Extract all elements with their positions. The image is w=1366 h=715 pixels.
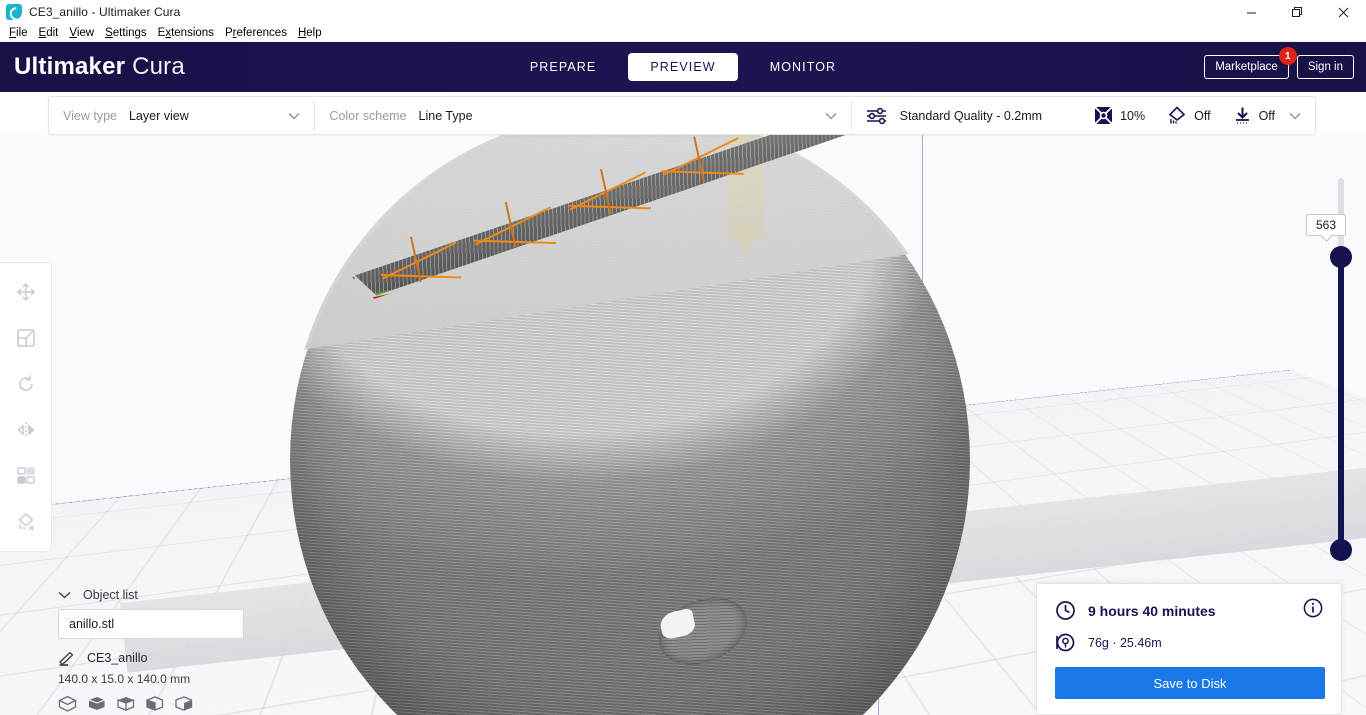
layer-number-tooltip: 563 <box>1306 214 1346 236</box>
view-front-icon[interactable] <box>87 695 106 715</box>
close-button[interactable] <box>1320 0 1366 24</box>
layer-slider-range <box>1338 256 1344 550</box>
object-list-item[interactable]: anillo.stl <box>58 609 244 639</box>
build-plate-adhesion-icon <box>1233 106 1252 125</box>
view-type-value: Layer view <box>128 108 189 123</box>
chevron-down-icon[interactable] <box>1275 109 1301 123</box>
view-right-icon[interactable] <box>174 695 193 715</box>
support-indicator[interactable]: Off <box>1167 106 1211 125</box>
marketplace-button[interactable]: Marketplace 1 <box>1204 47 1297 79</box>
pencil-icon <box>58 650 76 666</box>
layer-slider-lower-handle[interactable] <box>1330 539 1352 561</box>
menu-file[interactable]: File <box>4 26 34 40</box>
filament-spool-icon <box>1055 632 1076 653</box>
window-title: CE3_anillo - Ultimaker Cura <box>29 5 181 19</box>
object-material-name: CE3_anillo <box>87 651 148 665</box>
view-type-dropdown[interactable]: View type Layer view <box>49 97 314 134</box>
menu-preferences[interactable]: Preferences <box>220 26 293 40</box>
chevron-down-icon <box>274 109 300 123</box>
view-left-icon[interactable] <box>145 695 164 715</box>
object-list-header[interactable]: Object list <box>58 588 358 602</box>
infill-value: 10% <box>1120 108 1146 123</box>
tab-prepare[interactable]: PREPARE <box>508 53 619 81</box>
view-3d-icon[interactable] <box>58 695 77 715</box>
rotate-tool-button[interactable] <box>9 367 43 401</box>
print-time-row: 9 hours 40 minutes <box>1055 598 1323 623</box>
object-material-row: CE3_anillo <box>58 650 358 666</box>
model-tools-panel <box>0 262 52 552</box>
app-header: Ultimaker Cura PREPARE PREVIEW MONITOR M… <box>0 42 1366 92</box>
support-icon <box>1167 106 1187 125</box>
support-blocker-button[interactable] <box>9 505 43 539</box>
move-tool-button[interactable] <box>9 275 43 309</box>
adhesion-indicator[interactable]: Off <box>1233 106 1275 125</box>
marketplace-label: Marketplace <box>1215 61 1278 73</box>
minimize-button[interactable] <box>1228 0 1274 24</box>
camera-view-buttons <box>58 695 358 715</box>
menu-help[interactable]: Help <box>293 26 328 40</box>
window-controls <box>1228 0 1366 24</box>
tab-preview[interactable]: PREVIEW <box>628 53 738 81</box>
mirror-tool-button[interactable] <box>9 413 43 447</box>
layer-slider-upper-handle[interactable] <box>1330 246 1352 268</box>
chevron-down-icon[interactable] <box>58 588 71 602</box>
menu-edit[interactable]: Edit <box>34 26 65 40</box>
adhesion-value: Off <box>1258 108 1276 123</box>
print-information-card: 9 hours 40 minutes 76g · 25.46m Save to … <box>1036 583 1342 715</box>
scale-tool-button[interactable] <box>9 321 43 355</box>
print-setup-toolbar: View type Layer view Color scheme Line T… <box>48 96 1316 135</box>
color-scheme-dropdown[interactable]: Color scheme Line Type <box>315 97 850 134</box>
header-actions: Marketplace 1 Sign in <box>1204 47 1354 79</box>
marketplace-notification-badge: 1 <box>1278 47 1297 65</box>
object-list-title: Object list <box>83 588 138 602</box>
print-time-value: 9 hours 40 minutes <box>1088 602 1216 619</box>
menu-view[interactable]: View <box>64 26 100 40</box>
object-dimensions: 140.0 x 15.0 x 140.0 mm <box>58 672 191 686</box>
color-scheme-label: Color scheme <box>329 108 407 123</box>
menu-extensions[interactable]: Extensions <box>153 26 220 40</box>
cura-application-window: CE3_anillo - Ultimaker Cura File Edit Vi… <box>0 0 1366 715</box>
material-usage-row: 76g · 25.46m <box>1055 632 1323 653</box>
print-settings-selector[interactable]: Standard Quality - 0.2mm 10% Off Off <box>852 97 1315 134</box>
maximize-restore-button[interactable] <box>1274 0 1320 24</box>
per-model-settings-button[interactable] <box>9 459 43 493</box>
save-to-disk-button[interactable]: Save to Disk <box>1055 667 1325 699</box>
chevron-down-icon <box>811 109 837 123</box>
clock-icon <box>1055 600 1076 621</box>
info-icon[interactable] <box>1303 598 1323 623</box>
stage-tabs: PREPARE PREVIEW MONITOR <box>0 53 1366 81</box>
menu-settings[interactable]: Settings <box>100 26 153 40</box>
color-scheme-value: Line Type <box>418 108 473 123</box>
tab-monitor[interactable]: MONITOR <box>748 53 859 81</box>
view-top-icon[interactable] <box>116 695 135 715</box>
infill-icon <box>1094 106 1113 125</box>
material-usage-value: 76g · 25.46m <box>1088 635 1162 650</box>
infill-indicator[interactable]: 10% <box>1094 106 1145 125</box>
print-settings-sliders-icon <box>866 107 888 125</box>
menu-bar: File Edit View Settings Extensions Prefe… <box>0 24 1366 42</box>
support-value: Off <box>1194 108 1211 123</box>
sign-in-button[interactable]: Sign in <box>1296 55 1354 79</box>
title-bar: CE3_anillo - Ultimaker Cura <box>0 0 1366 24</box>
layer-slider[interactable]: 563 <box>1306 150 1352 570</box>
cura-logo-icon <box>6 4 22 20</box>
print-profile-value: Standard Quality - 0.2mm <box>899 108 1043 123</box>
object-list-panel: Object list anillo.stl CE3_anillo 140.0 … <box>58 588 358 715</box>
view-type-label: View type <box>63 108 117 123</box>
